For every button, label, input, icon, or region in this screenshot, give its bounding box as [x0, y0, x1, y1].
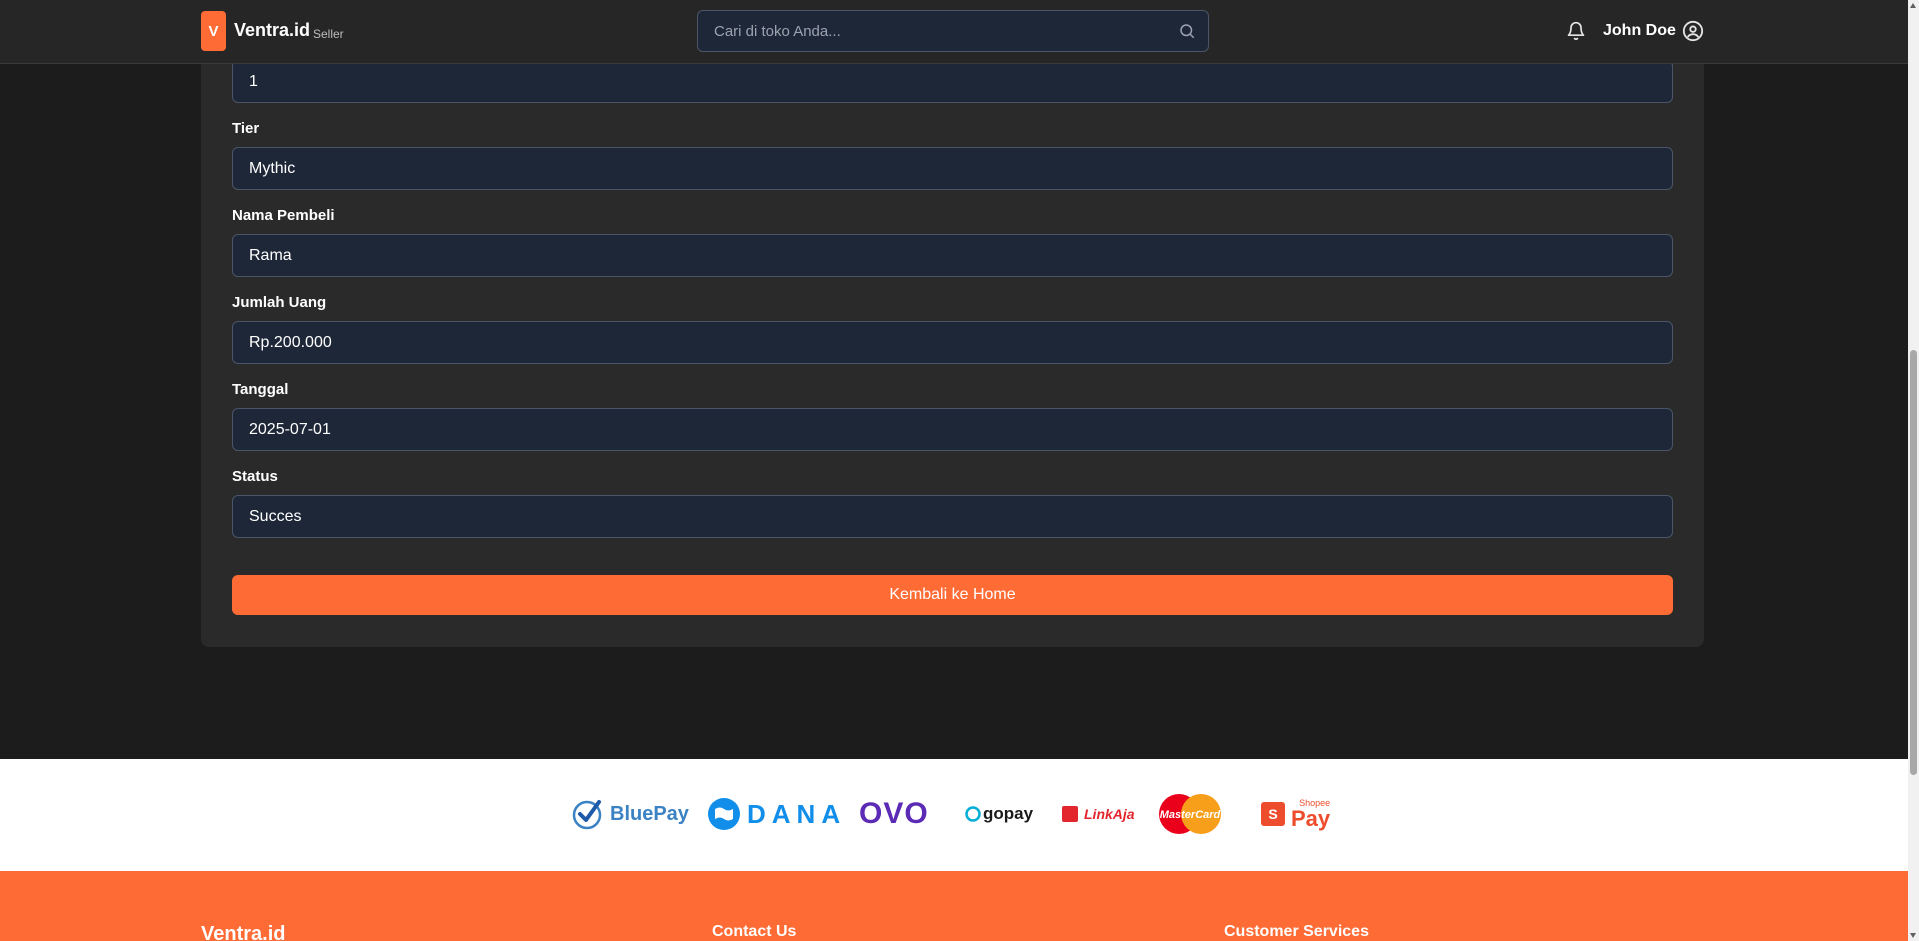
shopeepay-text: Pay: [1291, 805, 1331, 831]
footer-contact-heading: Contact Us: [712, 923, 797, 940]
date-field[interactable]: 2025-07-01: [232, 408, 1673, 451]
ovo-logo: OVO: [859, 789, 929, 839]
footer: Ventra.id Contact Us Customer Services: [0, 871, 1908, 941]
buyer-name-field[interactable]: Rama: [232, 234, 1673, 277]
gopay-text: gopay: [983, 804, 1034, 823]
brand-name[interactable]: Ventra.id: [234, 20, 310, 41]
linkaja-logo: LinkAja: [1062, 789, 1135, 839]
gopay-icon: [965, 806, 981, 822]
linkaja-icon: [1062, 806, 1078, 822]
footer-brand[interactable]: Ventra.id: [201, 923, 285, 941]
amount-label: Jumlah Uang: [232, 294, 327, 311]
shopee-bag-icon: S: [1261, 802, 1285, 826]
search-input[interactable]: Cari di toko Anda...: [697, 10, 1209, 52]
scroll-thumb[interactable]: [1910, 350, 1917, 775]
dana-icon: [708, 798, 740, 830]
bluepay-text: BluePay: [610, 802, 689, 825]
ovo-text: OVO: [859, 797, 929, 830]
bluepay-logo: BluePay: [572, 789, 689, 839]
mastercard-icon: MasterCard: [1159, 794, 1221, 834]
status-field[interactable]: Succes: [232, 495, 1673, 538]
status-label: Status: [232, 468, 278, 485]
tier-field[interactable]: Mythic: [232, 147, 1673, 190]
date-label: Tanggal: [232, 381, 289, 398]
mastercard-text: MasterCard: [1160, 809, 1221, 821]
footer-customer-services-heading: Customer Services: [1224, 923, 1369, 940]
amount-field[interactable]: Rp.200.000: [232, 321, 1673, 364]
bell-icon[interactable]: [1566, 21, 1586, 41]
back-home-button[interactable]: Kembali ke Home: [232, 575, 1673, 615]
payment-methods-strip: BluePay DANA OVO gopay LinkAja MasterCar…: [0, 759, 1908, 871]
username[interactable]: John Doe: [1603, 22, 1676, 40]
mastercard-logo: MasterCard: [1157, 789, 1223, 839]
scroll-up-icon[interactable]: [1910, 3, 1916, 8]
buyer-name-label: Nama Pembeli: [232, 207, 335, 224]
gopay-logo: gopay: [965, 789, 1033, 839]
search-placeholder: Cari di toko Anda...: [714, 23, 841, 40]
page-scrollbar[interactable]: [1908, 0, 1919, 941]
tier-label: Tier: [232, 120, 260, 137]
linkaja-text: LinkAja: [1084, 806, 1135, 822]
quantity-field[interactable]: 1: [232, 60, 1673, 103]
brand-seller-tag: Seller: [313, 27, 344, 41]
dana-logo: DANA: [707, 789, 846, 839]
top-navbar: V Ventra.id Seller Cari di toko Anda... …: [0, 0, 1908, 64]
dana-text: DANA: [747, 798, 847, 829]
scroll-down-icon[interactable]: [1910, 933, 1916, 938]
user-account-icon[interactable]: [1682, 20, 1704, 42]
logo-icon[interactable]: V: [201, 11, 226, 51]
shopeepay-logo: S Shopee Pay: [1261, 789, 1330, 839]
bluepay-check-icon: [572, 800, 602, 830]
search-icon[interactable]: [1178, 22, 1196, 40]
